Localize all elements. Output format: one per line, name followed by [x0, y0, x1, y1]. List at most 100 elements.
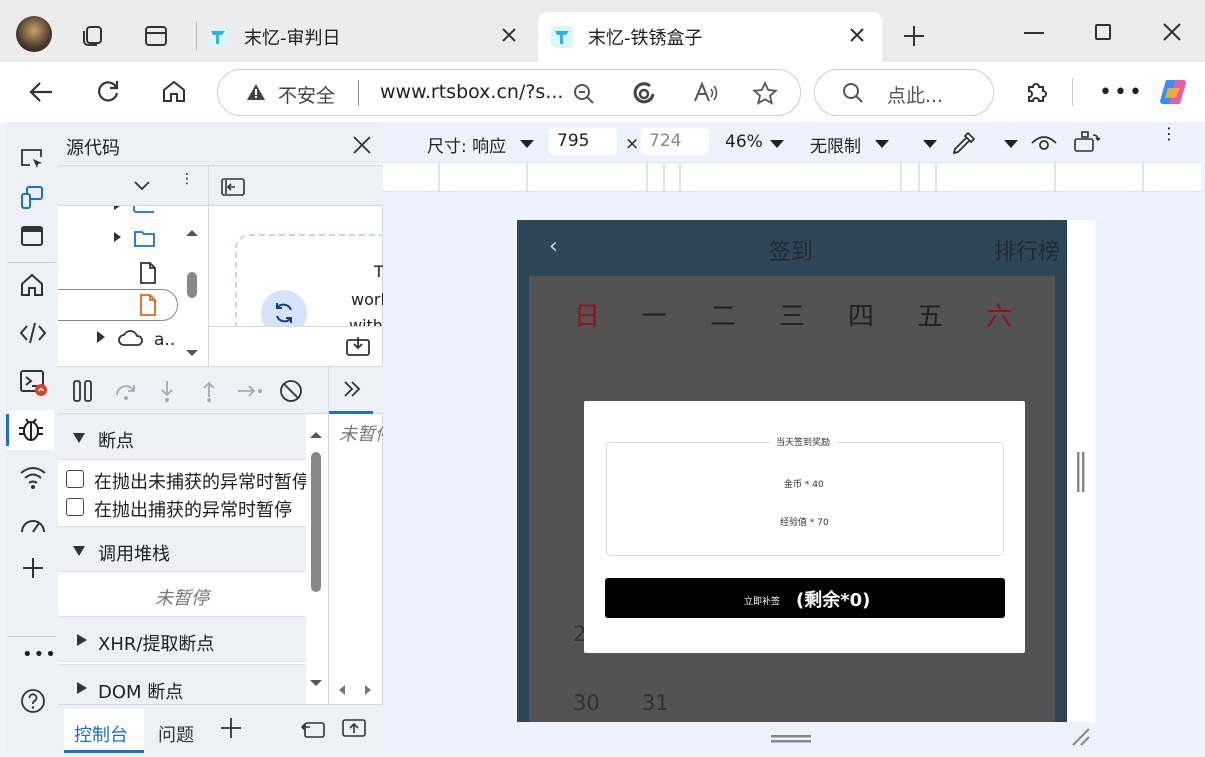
dropdown-arrow-icon[interactable] — [874, 139, 890, 149]
back-chevron-icon[interactable]: ‹ — [549, 234, 558, 259]
section-breakpoints-header[interactable]: 断点 — [58, 414, 306, 460]
welcome-text-3: with — [349, 316, 383, 326]
height-value: 724 — [649, 131, 682, 151]
tab-actions-icon[interactable] — [144, 25, 168, 47]
help-icon[interactable] — [20, 688, 46, 714]
file-icon[interactable] — [139, 261, 157, 285]
tab-console[interactable]: 控制台 — [64, 709, 144, 753]
width-input[interactable]: 795 — [549, 128, 617, 155]
eyedropper-icon[interactable] — [951, 130, 977, 156]
close-tab-icon[interactable] — [498, 24, 520, 46]
throttle-select[interactable]: 无限制 — [810, 132, 861, 157]
network-wifi-icon[interactable] — [19, 464, 47, 490]
zoom-out-icon[interactable] — [572, 82, 596, 106]
add-tab-plus-icon[interactable] — [220, 717, 242, 739]
extensions-icon[interactable] — [1024, 78, 1050, 104]
dropdown-arrow-icon[interactable] — [769, 139, 785, 149]
back-icon[interactable] — [28, 80, 54, 104]
devtools-sources-panel: 源代码 ⋮ a.. T worl with 断点 在抛出未捕获的异常时暂停 在抛… — [58, 122, 383, 753]
close-drawer-icon[interactable] — [341, 717, 367, 739]
new-tab-icon[interactable] — [902, 24, 926, 48]
activity-more-icon[interactable]: ••• — [22, 646, 57, 664]
divider — [1072, 78, 1073, 106]
warning-icon[interactable] — [246, 83, 266, 101]
copilot-icon[interactable] — [1157, 76, 1189, 108]
close-window-icon[interactable] — [1162, 22, 1182, 42]
emulation-more-icon[interactable]: ⋮ — [1161, 126, 1177, 142]
download-icon[interactable] — [346, 336, 370, 356]
dropdown-arrow-icon[interactable] — [519, 139, 535, 149]
sections-scrollbar[interactable] — [308, 422, 324, 692]
console-icon[interactable] — [19, 368, 49, 398]
sources-code-icon[interactable] — [19, 320, 47, 346]
dropdown-arrow-icon[interactable] — [922, 139, 938, 149]
pause-icon[interactable] — [72, 379, 94, 403]
search-box[interactable]: 点此... — [814, 69, 994, 116]
pause-caught-checkbox[interactable] — [66, 498, 84, 516]
edge-logo-icon[interactable] — [632, 81, 656, 105]
app-page: ‹ 签到 排行榜 日 一 二 三 四 五 六 23 24 25 26 27 28 — [517, 220, 1067, 722]
vision-eye-icon[interactable] — [1031, 134, 1057, 152]
inspect-icon[interactable] — [19, 146, 45, 172]
minimize-icon[interactable] — [1024, 32, 1044, 34]
close-tab-icon[interactable] — [846, 24, 868, 46]
scroll-left-right-icon[interactable] — [337, 684, 373, 696]
navigator-more-icon[interactable]: ⋮ — [180, 172, 194, 186]
close-panel-icon[interactable] — [352, 135, 372, 155]
section-xhr-header[interactable]: XHR/提取断点 — [58, 616, 306, 662]
sources-tab-active[interactable] — [6, 410, 54, 450]
favorite-star-icon[interactable] — [752, 81, 778, 105]
cloud-icon[interactable] — [118, 329, 144, 347]
section-dom-header[interactable]: DOM 断点 — [58, 664, 306, 704]
media-query-ruler[interactable] — [383, 162, 1201, 192]
debugger-bug-icon[interactable] — [17, 414, 45, 444]
dock-drawer-icon[interactable] — [300, 717, 326, 739]
navigator-header: ⋮ — [58, 166, 208, 206]
profile-avatar[interactable] — [16, 16, 52, 52]
makeup-signin-button[interactable]: 立即补签 (剩余*0) — [605, 578, 1005, 618]
elements-home-icon[interactable] — [19, 272, 45, 298]
resize-corner-icon[interactable] — [1071, 727, 1091, 747]
leaderboard-link[interactable]: 排行榜 — [994, 234, 1060, 266]
dropdown-arrow-icon[interactable] — [1003, 139, 1019, 149]
url-text[interactable]: www.rtsbox.cn/?s... — [380, 81, 563, 103]
read-aloud-icon[interactable] — [693, 81, 719, 105]
size-label[interactable]: 尺寸: 响应 — [427, 132, 506, 157]
side-pane-header — [328, 366, 383, 414]
address-bar[interactable]: 不安全 www.rtsbox.cn/?s... — [217, 69, 801, 116]
performance-gauge-icon[interactable] — [19, 512, 47, 536]
tree-item-selected[interactable] — [58, 289, 178, 321]
chevrons-right-icon[interactable] — [343, 380, 361, 398]
tab-active[interactable]: 末忆-铁锈盒子 — [538, 12, 882, 62]
device-emulation-icon[interactable] — [19, 184, 45, 210]
collections-icon[interactable] — [80, 24, 106, 48]
toggle-navigator-icon[interactable] — [221, 178, 245, 196]
pause-uncaught-checkbox[interactable] — [66, 470, 84, 488]
more-tools-plus-icon[interactable] — [21, 556, 45, 580]
security-label[interactable]: 不安全 — [278, 81, 335, 108]
file-orange-icon[interactable] — [139, 293, 157, 317]
divider — [358, 80, 359, 106]
zoom-select[interactable]: 46% — [725, 132, 763, 152]
tree-item-folder[interactable] — [114, 228, 164, 250]
tab-inactive[interactable]: 末忆-审判日 — [204, 12, 534, 62]
welcome-icon[interactable] — [19, 224, 45, 248]
tree-item-folder[interactable] — [114, 206, 154, 218]
deactivate-breakpoints-icon[interactable] — [278, 378, 304, 404]
reload-icon[interactable] — [95, 78, 121, 104]
resize-handle-bottom[interactable] — [771, 734, 811, 744]
editor-header — [208, 166, 383, 206]
site-favicon-icon — [550, 25, 574, 49]
tree-item-label[interactable]: a.. — [154, 330, 175, 350]
tab-issues[interactable]: 问题 — [158, 721, 194, 747]
resize-handle-right[interactable] — [1076, 452, 1086, 492]
more-menu-icon[interactable]: ••• — [1099, 82, 1144, 104]
height-input[interactable]: 724 — [641, 128, 709, 155]
section-callstack-header[interactable]: 调用堆栈 — [58, 526, 306, 572]
rotate-device-icon[interactable] — [1073, 130, 1101, 154]
home-icon[interactable] — [161, 79, 187, 103]
chevron-down-icon[interactable] — [134, 181, 150, 191]
tree-expand-icon[interactable] — [96, 330, 106, 344]
maximize-icon[interactable] — [1095, 24, 1111, 40]
tree-scrollbar[interactable] — [184, 216, 200, 356]
